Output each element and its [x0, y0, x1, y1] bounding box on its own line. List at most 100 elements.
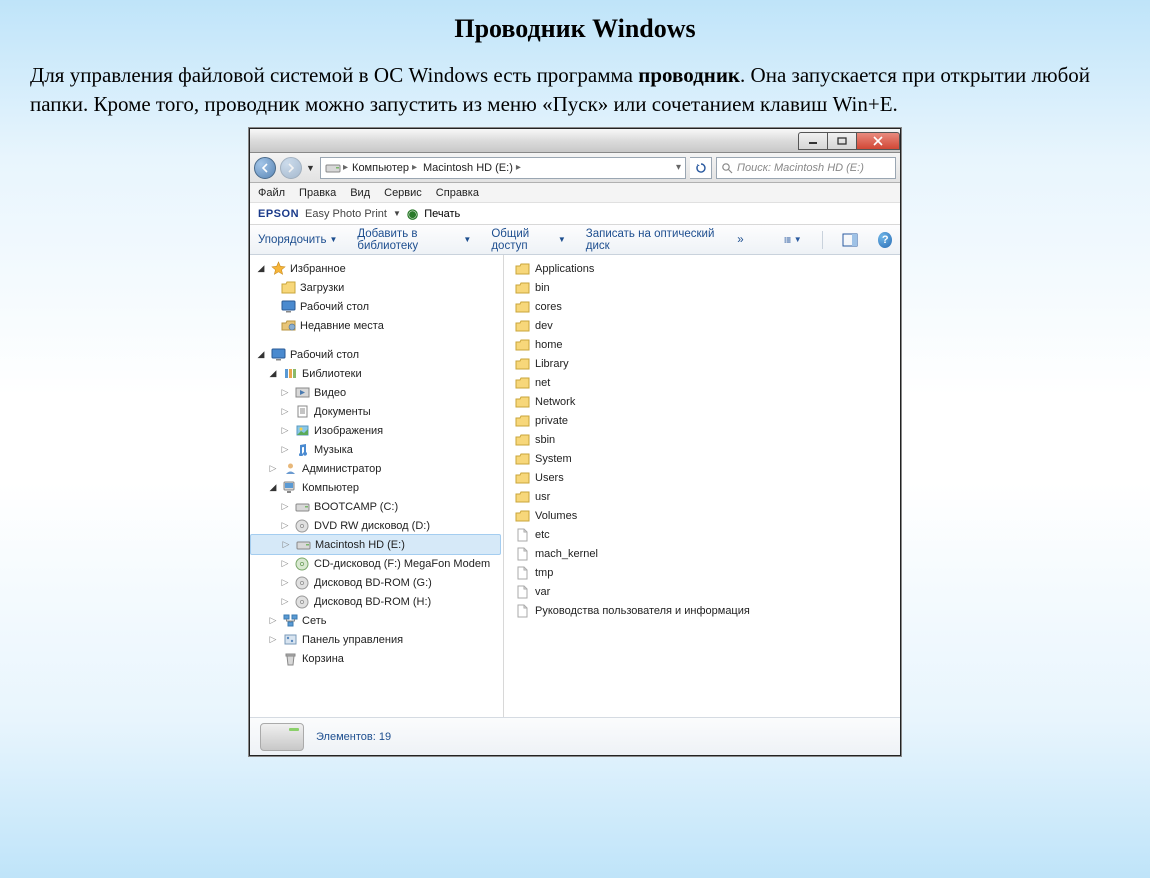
- add-library-button[interactable]: Добавить в библиотеку ▼: [357, 228, 471, 252]
- drive-icon: [325, 160, 341, 176]
- list-item[interactable]: mach_kernel: [512, 544, 900, 563]
- list-item[interactable]: bin: [512, 278, 900, 297]
- tree-downloads[interactable]: Загрузки: [250, 278, 503, 297]
- tree-bdg[interactable]: ▷ Дисковод BD-ROM (G:): [250, 573, 503, 592]
- folder-icon: [514, 280, 530, 296]
- item-label: mach_kernel: [535, 548, 598, 560]
- print-icon: ◉: [407, 206, 418, 222]
- list-item[interactable]: var: [512, 582, 900, 601]
- breadcrumb-chevron-icon: ▸: [343, 162, 348, 173]
- command-toolbar: Упорядочить ▼ Добавить в библиотеку ▼ Об…: [250, 225, 900, 255]
- list-item[interactable]: Applications: [512, 259, 900, 278]
- epson-text[interactable]: Easy Photo Print: [305, 208, 387, 220]
- list-item[interactable]: etc: [512, 525, 900, 544]
- item-label: usr: [535, 491, 550, 503]
- item-label: sbin: [535, 434, 555, 446]
- nav-history-dropdown[interactable]: ▼: [306, 163, 316, 173]
- list-item[interactable]: home: [512, 335, 900, 354]
- tree-label: Изображения: [314, 425, 383, 437]
- tree-dvdrw[interactable]: ▷ DVD RW дисковод (D:): [250, 516, 503, 535]
- drive-large-icon: [260, 723, 304, 751]
- organize-button[interactable]: Упорядочить ▼: [258, 234, 337, 246]
- pictures-icon: [294, 423, 310, 439]
- burn-button[interactable]: Записать на оптический диск: [586, 228, 717, 252]
- minimize-button[interactable]: [798, 132, 828, 150]
- tree-label: Документы: [314, 406, 371, 418]
- tree-recent[interactable]: Недавние места: [250, 316, 503, 335]
- list-item[interactable]: sbin: [512, 430, 900, 449]
- menu-view[interactable]: Вид: [350, 187, 370, 199]
- folder-icon: [514, 470, 530, 486]
- epson-logo: EPSON: [258, 208, 299, 220]
- menubar: Файл Правка Вид Сервис Справка: [250, 183, 900, 203]
- tree-favorites[interactable]: ◢ Избранное: [250, 259, 503, 278]
- close-button[interactable]: [856, 132, 900, 150]
- breadcrumb-drive[interactable]: Macintosh HD (E:)▸: [421, 162, 523, 174]
- breadcrumb-dropdown-icon[interactable]: ▾: [676, 162, 681, 173]
- item-label: dev: [535, 320, 553, 332]
- tree-network[interactable]: ▷ Сеть: [250, 611, 503, 630]
- list-item[interactable]: usr: [512, 487, 900, 506]
- list-item[interactable]: Volumes: [512, 506, 900, 525]
- tree-documents[interactable]: ▷ Документы: [250, 402, 503, 421]
- computer-icon: [282, 480, 298, 496]
- address-row: ▼ ▸ Компьютер▸ Macintosh HD (E:)▸ ▾ Поис…: [250, 153, 900, 183]
- forward-button[interactable]: [280, 157, 302, 179]
- list-item[interactable]: net: [512, 373, 900, 392]
- tree-video[interactable]: ▷ Видео: [250, 383, 503, 402]
- view-mode-button[interactable]: ▼: [784, 231, 802, 249]
- menu-edit[interactable]: Правка: [299, 187, 336, 199]
- list-item[interactable]: System: [512, 449, 900, 468]
- list-item[interactable]: private: [512, 411, 900, 430]
- tree-macintosh[interactable]: ▷ Macintosh HD (E:): [250, 534, 501, 555]
- list-item[interactable]: Users: [512, 468, 900, 487]
- breadcrumb[interactable]: ▸ Компьютер▸ Macintosh HD (E:)▸ ▾: [320, 157, 686, 179]
- tree-cdrom[interactable]: ▷ CD-дисковод (F:) MegaFon Modem: [250, 554, 503, 573]
- tree-bdh[interactable]: ▷ Дисковод BD-ROM (H:): [250, 592, 503, 611]
- refresh-button[interactable]: [690, 157, 712, 179]
- list-item[interactable]: dev: [512, 316, 900, 335]
- breadcrumb-computer[interactable]: Компьютер▸: [350, 162, 419, 174]
- tree-bootcamp[interactable]: ▷ BOOTCAMP (C:): [250, 497, 503, 516]
- navigation-tree: ◢ Избранное Загрузки Рабочий стол Недавн…: [250, 255, 504, 717]
- tree-desktop[interactable]: ◢ Рабочий стол: [250, 345, 503, 364]
- tree-trash[interactable]: ▷ Корзина: [250, 649, 503, 668]
- epson-dropdown-icon[interactable]: ▼: [393, 209, 401, 218]
- list-item[interactable]: tmp: [512, 563, 900, 582]
- share-button[interactable]: Общий доступ ▼: [491, 228, 565, 252]
- file-icon: [514, 527, 530, 543]
- back-button[interactable]: [254, 157, 276, 179]
- tree-pictures[interactable]: ▷ Изображения: [250, 421, 503, 440]
- tree-label: Загрузки: [300, 282, 344, 294]
- tree-label: Рабочий стол: [300, 301, 369, 313]
- tree-libraries[interactable]: ◢ Библиотеки: [250, 364, 503, 383]
- tree-music[interactable]: ▷ Музыка: [250, 440, 503, 459]
- trash-icon: [282, 651, 298, 667]
- list-item[interactable]: Library: [512, 354, 900, 373]
- list-item[interactable]: Network: [512, 392, 900, 411]
- search-icon: [721, 162, 733, 174]
- item-label: cores: [535, 301, 562, 313]
- preview-pane-button[interactable]: [842, 231, 858, 249]
- list-item[interactable]: cores: [512, 297, 900, 316]
- tree-control-panel[interactable]: ▷ Панель управления: [250, 630, 503, 649]
- epson-print[interactable]: Печать: [424, 208, 460, 220]
- toolbar-more[interactable]: »: [737, 234, 743, 246]
- menu-help[interactable]: Справка: [436, 187, 479, 199]
- drive-icon: [294, 499, 310, 515]
- tree-computer[interactable]: ◢ Компьютер: [250, 478, 503, 497]
- tree-desktop-fav[interactable]: Рабочий стол: [250, 297, 503, 316]
- tree-admin[interactable]: ▷ Администратор: [250, 459, 503, 478]
- tree-label: Корзина: [302, 653, 344, 665]
- menu-service[interactable]: Сервис: [384, 187, 422, 199]
- tree-label: Видео: [314, 387, 346, 399]
- menu-file[interactable]: Файл: [258, 187, 285, 199]
- list-item[interactable]: Руководства пользователя и информация: [512, 601, 900, 620]
- desktop-icon: [280, 299, 296, 315]
- folder-icon: [514, 261, 530, 277]
- help-button[interactable]: ?: [878, 232, 892, 248]
- folder-icon: [514, 451, 530, 467]
- maximize-button[interactable]: [827, 132, 857, 150]
- network-icon: [282, 613, 298, 629]
- search-input[interactable]: Поиск: Macintosh HD (E:): [716, 157, 896, 179]
